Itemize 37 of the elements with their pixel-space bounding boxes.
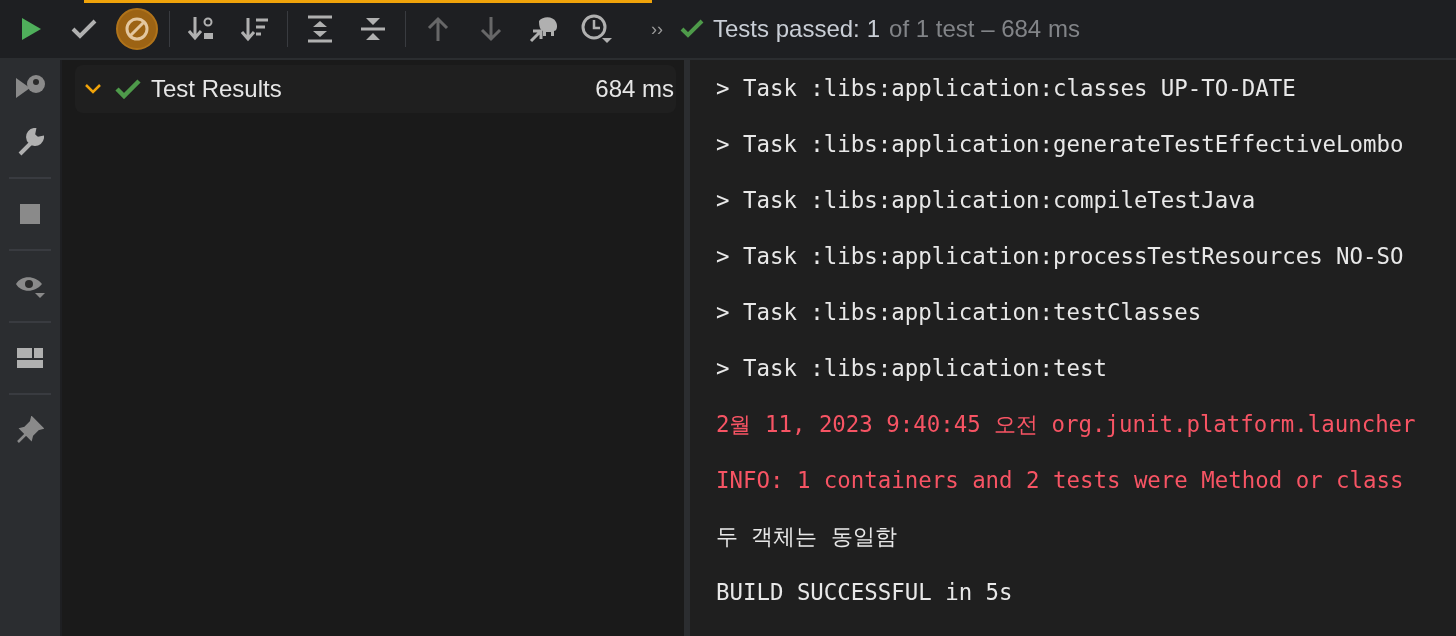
stop-icon (20, 204, 40, 224)
eye-icon (15, 274, 45, 298)
status-detail: of 1 test – 684 ms (889, 15, 1080, 43)
check-icon (115, 79, 141, 99)
tree-row[interactable]: Test Results 684 ms (75, 65, 676, 113)
up-arrow-icon (427, 16, 449, 42)
console-line: > Task :libs:application:testClasses (716, 298, 1202, 326)
passed-count: 1 (866, 15, 881, 43)
console-error-line: INFO: 1 containers and 2 tests were Method or class (716, 466, 1404, 494)
tree-item-label: Test Results (151, 75, 283, 103)
expand-all-icon (307, 15, 333, 43)
wrench-icon (16, 128, 44, 156)
console-line: > Task :libs:application:processTestResources NO-SO (716, 242, 1404, 270)
chevron-down-icon[interactable] (85, 84, 101, 94)
console-line: > Task :libs:application:compileTestJava (716, 186, 1256, 214)
pin-icon (16, 416, 44, 444)
show-ignored-toggle[interactable] (116, 8, 158, 50)
more-button[interactable]: ›› (651, 18, 663, 40)
console-line: 두 객체는 동일함 (716, 522, 897, 550)
console-line: BUILD SUCCESSFUL in 5s (716, 578, 1013, 606)
down-arrow-icon (480, 16, 502, 42)
prohibited-icon (124, 16, 150, 42)
console-line: > Task :libs:application:classes UP-TO-DATE (716, 74, 1296, 102)
console-error-line: 2월 11, 2023 9:40:45 오전 org.junit.platform.launcher (716, 410, 1416, 438)
sort-duration-icon (241, 16, 269, 42)
console-line: > Task :libs:application:generateTestEffectiveLombo (716, 130, 1404, 158)
elephant-arrow-icon (529, 15, 559, 43)
check-icon (71, 19, 97, 39)
console-line: > Task :libs:application:test (716, 354, 1107, 382)
check-icon (680, 19, 704, 39)
sort-alphabetical-icon (188, 15, 216, 43)
collapse-all-icon (360, 16, 386, 42)
duration-label: 684 ms (595, 75, 674, 103)
run-icon (20, 17, 42, 41)
history-clock-icon (581, 14, 613, 44)
status-label: Tests passed: (713, 15, 860, 43)
layout-icon (17, 348, 43, 368)
